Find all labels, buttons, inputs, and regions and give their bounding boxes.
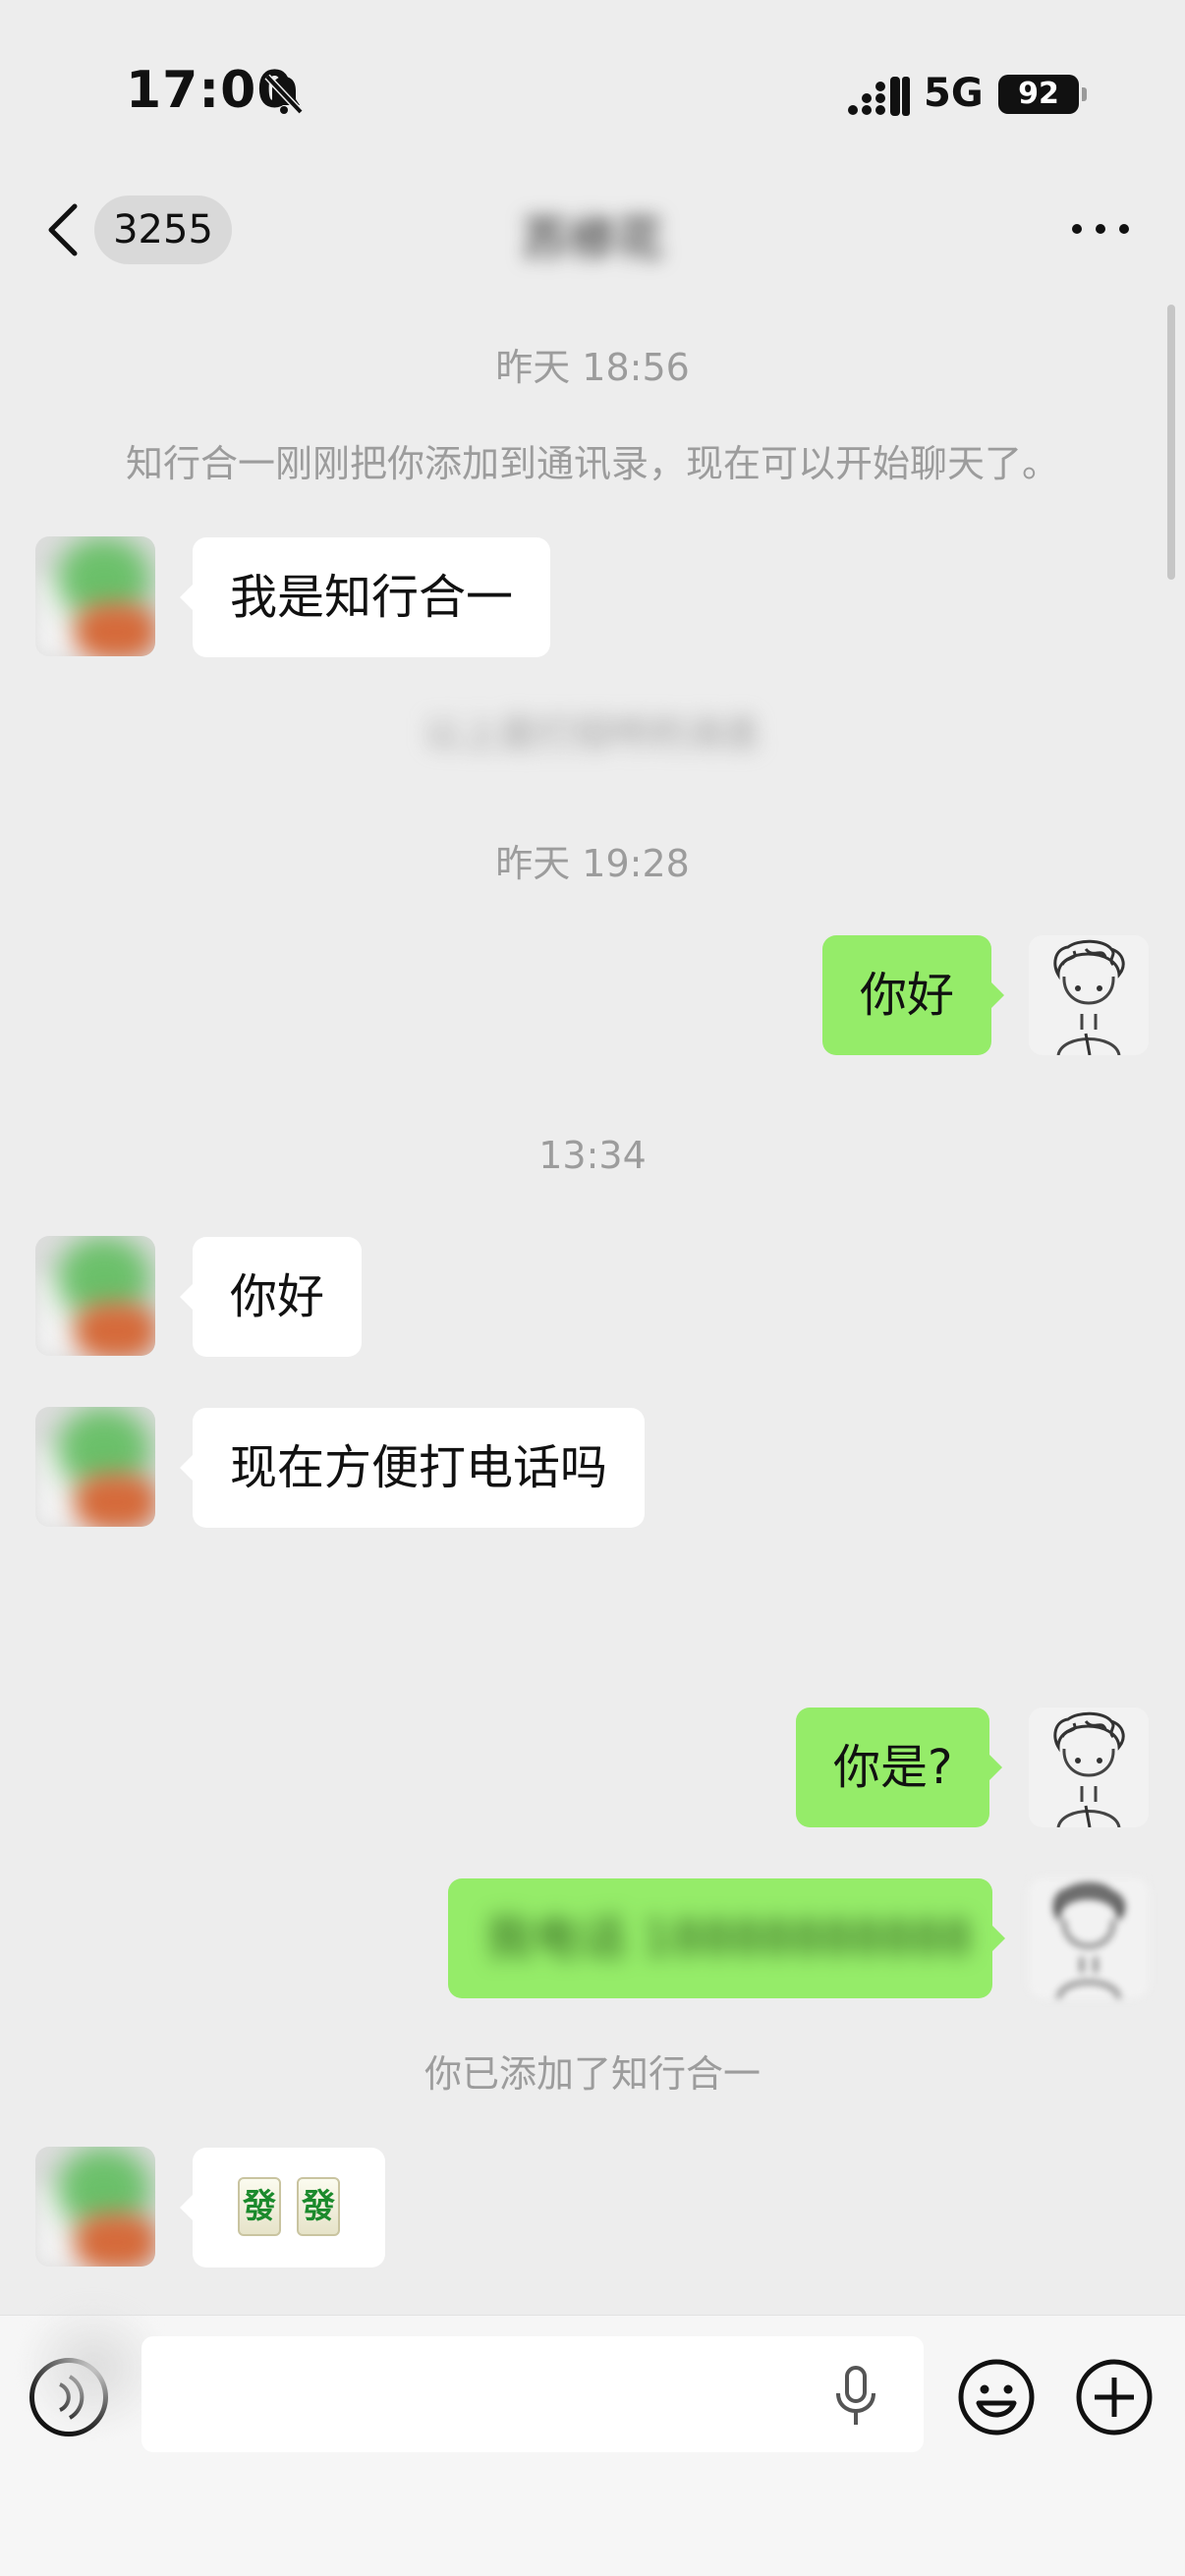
system-notice: 你已添加了知行合一 — [423, 2052, 761, 2096]
outgoing-message[interactable]: 你是? — [796, 1708, 1004, 1827]
time-divider: 13:34 — [538, 1134, 647, 1177]
mic-icon[interactable] — [833, 2366, 878, 2427]
system-notice: 知行合一刚刚把你添加到通讯录，现在可以开始聊天了。 — [125, 442, 1059, 485]
contact-avatar[interactable] — [35, 536, 155, 656]
more-icon[interactable] — [1069, 214, 1132, 244]
contact-avatar[interactable] — [35, 1236, 155, 1356]
emoji-icon[interactable] — [957, 2358, 1036, 2436]
incoming-message[interactable]: 我是知行合一 — [179, 537, 551, 657]
mahjong-tile-icon: 發 — [238, 2177, 281, 2236]
time-divider: 昨天 19:28 — [495, 842, 690, 885]
sketch-person-icon — [1053, 1882, 1125, 1998]
blurred-message-text: 我电话 18888888888 — [485, 1911, 973, 1966]
sketch-person-icon — [1053, 939, 1125, 1055]
chat-screen: 17:00 5G 92 3255 苏修花 昨天 18:56 知行合一刚刚把你添加… — [0, 0, 1185, 2576]
contact-avatar[interactable] — [35, 1407, 155, 1527]
back-chevron-icon[interactable] — [43, 200, 83, 259]
outgoing-message[interactable]: 你好 — [822, 935, 1005, 1055]
signal-icon — [848, 77, 910, 116]
mahjong-tile-icon: 發 — [297, 2177, 340, 2236]
plus-icon[interactable] — [1075, 2358, 1154, 2436]
self-avatar[interactable] — [1029, 1878, 1149, 1998]
network-type: 5G — [924, 71, 984, 116]
incoming-message[interactable]: 你好 — [179, 1237, 363, 1357]
time-divider: 昨天 18:56 — [495, 346, 690, 389]
outgoing-message-blurred[interactable]: 我电话 18888888888 — [448, 1878, 1005, 1998]
incoming-message[interactable]: 现在方便打电话吗 — [179, 1408, 646, 1528]
bell-slash-icon — [264, 74, 304, 115]
chat-title: 苏修花 — [521, 211, 663, 266]
self-avatar[interactable] — [1029, 1708, 1149, 1827]
sketch-person-icon — [1053, 1711, 1125, 1827]
unread-count-badge[interactable]: 3255 — [94, 196, 232, 264]
incoming-emoji-message[interactable]: 發發 — [180, 2148, 385, 2268]
message-input[interactable] — [141, 2336, 924, 2452]
battery-level: 92 — [998, 75, 1087, 114]
contact-avatar[interactable] — [35, 2147, 155, 2267]
self-avatar[interactable] — [1029, 935, 1149, 1055]
hidden-system-notice: 以上是打招呼的消息 — [423, 712, 761, 756]
